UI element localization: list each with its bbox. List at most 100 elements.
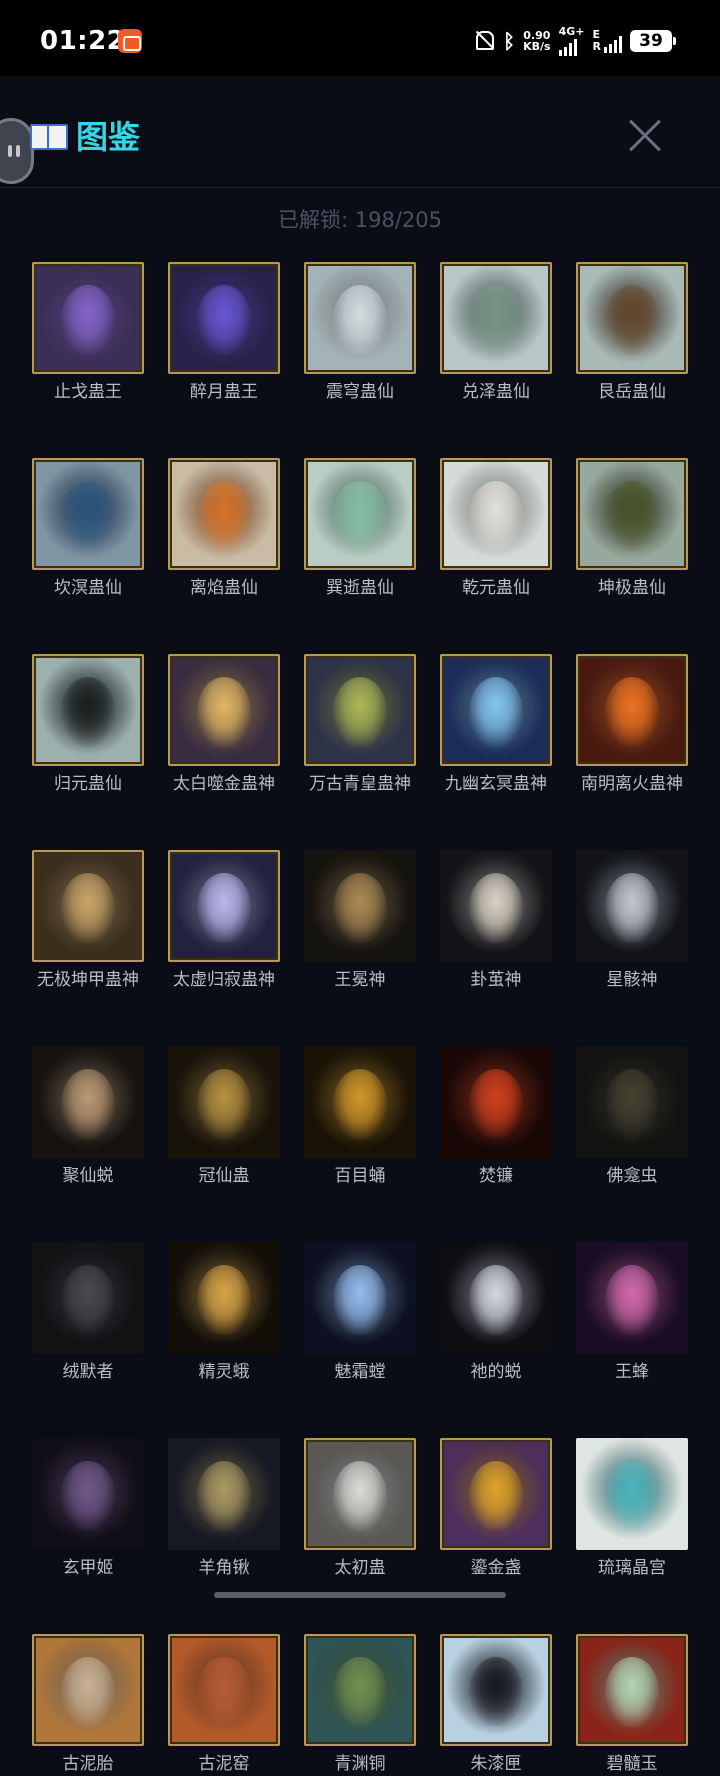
collection-item[interactable]: 精灵蛾	[168, 1242, 280, 1384]
collection-item[interactable]: 绒默者	[32, 1242, 144, 1384]
collection-item[interactable]: 止戈蛊王	[32, 262, 144, 404]
item-thumbnail[interactable]	[168, 654, 280, 766]
collection-item[interactable]: 太虚归寂蛊神	[168, 850, 280, 992]
collection-item[interactable]: 星骸神	[576, 850, 688, 992]
item-thumbnail[interactable]	[304, 1438, 416, 1550]
collection-item[interactable]: 古泥胎	[32, 1634, 144, 1776]
item-thumbnail[interactable]	[440, 1438, 552, 1550]
item-thumbnail[interactable]	[440, 850, 552, 962]
item-thumbnail[interactable]	[32, 1046, 144, 1158]
item-thumbnail[interactable]	[32, 458, 144, 570]
creature-figure	[333, 677, 387, 748]
item-thumbnail[interactable]	[576, 850, 688, 962]
item-name: 离焰蛊仙	[190, 578, 258, 598]
item-name: 九幽玄冥蛊神	[445, 774, 547, 794]
collection-item[interactable]: 太白噬金蛊神	[168, 654, 280, 796]
item-thumbnail[interactable]	[440, 458, 552, 570]
item-thumbnail[interactable]	[304, 1242, 416, 1354]
item-thumbnail[interactable]	[168, 1242, 280, 1354]
collection-item[interactable]: 朱漆匣	[440, 1634, 552, 1776]
item-thumbnail[interactable]	[304, 1634, 416, 1746]
item-thumbnail[interactable]	[304, 654, 416, 766]
collection-item[interactable]: 古泥窑	[168, 1634, 280, 1776]
collection-item[interactable]: 兑泽蛊仙	[440, 262, 552, 404]
collection-item[interactable]: 太初蛊	[304, 1438, 416, 1580]
home-indicator[interactable]	[214, 1592, 506, 1598]
signal-bars-icon	[604, 35, 622, 53]
item-thumbnail[interactable]	[304, 850, 416, 962]
collection-item[interactable]: 百目蛹	[304, 1046, 416, 1188]
item-thumbnail[interactable]	[168, 458, 280, 570]
collection-item[interactable]: 青渊铜	[304, 1634, 416, 1776]
creature-figure	[605, 873, 659, 944]
collection-item[interactable]: 离焰蛊仙	[168, 458, 280, 600]
item-thumbnail[interactable]	[576, 458, 688, 570]
creature-figure	[61, 873, 115, 944]
item-thumbnail[interactable]	[32, 1438, 144, 1550]
collection-item[interactable]: 巽逝蛊仙	[304, 458, 416, 600]
item-thumbnail[interactable]	[576, 1242, 688, 1354]
collection-item[interactable]: 乾元蛊仙	[440, 458, 552, 600]
item-thumbnail[interactable]	[168, 262, 280, 374]
item-name: 鎏金盏	[470, 1558, 522, 1578]
item-thumbnail[interactable]	[304, 458, 416, 570]
item-thumbnail[interactable]	[304, 1046, 416, 1158]
item-thumbnail[interactable]	[576, 654, 688, 766]
item-thumbnail[interactable]	[440, 654, 552, 766]
item-thumbnail[interactable]	[440, 1634, 552, 1746]
item-thumbnail[interactable]	[576, 262, 688, 374]
collection-item[interactable]: 聚仙蜕	[32, 1046, 144, 1188]
collection-item[interactable]: 坎溟蛊仙	[32, 458, 144, 600]
collection-item[interactable]: 坤极蛊仙	[576, 458, 688, 600]
collection-item[interactable]: 羊角锹	[168, 1438, 280, 1580]
collection-item[interactable]: 震穹蛊仙	[304, 262, 416, 404]
collection-item[interactable]: 玄甲姬	[32, 1438, 144, 1580]
item-thumbnail[interactable]	[168, 850, 280, 962]
item-name: 止戈蛊王	[54, 382, 122, 402]
item-thumbnail[interactable]	[32, 850, 144, 962]
collection-item[interactable]: 卦茧神	[440, 850, 552, 992]
item-thumbnail[interactable]	[576, 1438, 688, 1550]
item-name: 百目蛹	[334, 1166, 386, 1186]
item-thumbnail[interactable]	[440, 1046, 552, 1158]
status-bar: 01:22 ᛒ 0.90 KB/s 4G+ E R 39	[0, 0, 720, 76]
collection-item[interactable]: 无极坤甲蛊神	[32, 850, 144, 992]
creature-figure	[61, 285, 115, 356]
item-thumbnail[interactable]	[32, 654, 144, 766]
item-thumbnail[interactable]	[168, 1438, 280, 1550]
collection-item[interactable]: 醉月蛊王	[168, 262, 280, 404]
collection-item[interactable]: 鎏金盏	[440, 1438, 552, 1580]
collection-item[interactable]: 焚镰	[440, 1046, 552, 1188]
collection-item[interactable]: 归元蛊仙	[32, 654, 144, 796]
collection-item[interactable]: 九幽玄冥蛊神	[440, 654, 552, 796]
collection-item[interactable]: 魅霜螳	[304, 1242, 416, 1384]
item-thumbnail[interactable]	[32, 1242, 144, 1354]
creature-figure	[469, 1461, 523, 1532]
close-button[interactable]	[618, 108, 674, 164]
creature-figure	[61, 1265, 115, 1336]
item-thumbnail[interactable]	[168, 1046, 280, 1158]
collection-item[interactable]: 王蜂	[576, 1242, 688, 1384]
item-thumbnail[interactable]	[440, 262, 552, 374]
item-thumbnail[interactable]	[576, 1046, 688, 1158]
collection-item[interactable]: 南明离火蛊神	[576, 654, 688, 796]
item-name: 魅霜螳	[334, 1362, 386, 1382]
collection-item[interactable]: 冠仙蛊	[168, 1046, 280, 1188]
item-name: 碧髓玉	[606, 1754, 658, 1774]
item-name: 精灵蛾	[198, 1362, 250, 1382]
item-thumbnail[interactable]	[304, 262, 416, 374]
item-thumbnail[interactable]	[32, 1634, 144, 1746]
item-thumbnail[interactable]	[168, 1634, 280, 1746]
creature-figure	[605, 1657, 659, 1728]
item-thumbnail[interactable]	[32, 262, 144, 374]
item-thumbnail[interactable]	[576, 1634, 688, 1746]
collection-item[interactable]: 琉璃晶宫	[576, 1438, 688, 1580]
creature-figure	[197, 677, 251, 748]
item-thumbnail[interactable]	[440, 1242, 552, 1354]
collection-item[interactable]: 艮岳蛊仙	[576, 262, 688, 404]
collection-item[interactable]: 万古青皇蛊神	[304, 654, 416, 796]
collection-item[interactable]: 碧髓玉	[576, 1634, 688, 1776]
collection-item[interactable]: 佛龛虫	[576, 1046, 688, 1188]
collection-item[interactable]: 王冕神	[304, 850, 416, 992]
collection-item[interactable]: 祂的蜕	[440, 1242, 552, 1384]
